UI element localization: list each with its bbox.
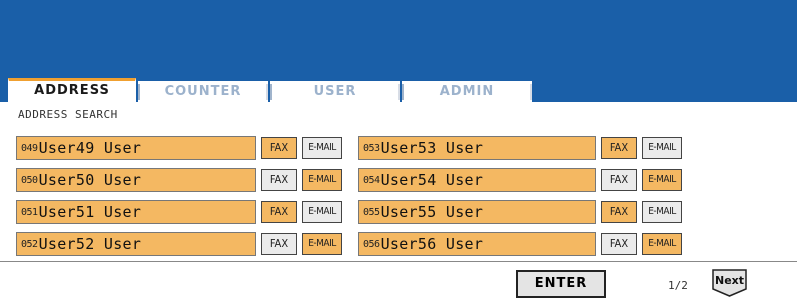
address-entry[interactable]: 056 User56 User: [358, 232, 596, 256]
entry-name: User50 User: [38, 171, 142, 189]
fax-button[interactable]: FAX: [261, 169, 297, 191]
entry-name: User53 User: [380, 139, 484, 157]
tab-user[interactable]: USER: [270, 81, 400, 102]
entry-name: User54 User: [380, 171, 484, 189]
address-entry[interactable]: 049 User49 User: [16, 136, 256, 160]
entry-number: 055: [363, 206, 380, 218]
email-button[interactable]: E-MAIL: [642, 169, 682, 191]
address-entry[interactable]: 052 User52 User: [16, 232, 256, 256]
next-label: Next: [715, 274, 744, 287]
tab-counter[interactable]: COUNTER: [138, 81, 268, 102]
entry-number: 054: [363, 174, 380, 186]
entry-number: 049: [21, 142, 38, 154]
fax-button[interactable]: FAX: [261, 233, 297, 255]
address-entry[interactable]: 053 User53 User: [358, 136, 596, 160]
email-button[interactable]: E-MAIL: [302, 233, 342, 255]
tab-admin[interactable]: ADMIN: [402, 81, 532, 102]
fax-button[interactable]: FAX: [601, 233, 637, 255]
entry-number: 053: [363, 142, 380, 154]
address-search-label: ADDRESS SEARCH: [18, 108, 118, 121]
fax-button[interactable]: FAX: [601, 169, 637, 191]
enter-button[interactable]: ENTER: [516, 270, 606, 298]
fax-button[interactable]: FAX: [261, 137, 297, 159]
next-arrow-icon: Next: [712, 269, 747, 297]
entry-number: 051: [21, 206, 38, 218]
fax-button[interactable]: FAX: [601, 137, 637, 159]
email-button[interactable]: E-MAIL: [642, 233, 682, 255]
header-banner: [0, 0, 797, 76]
entry-name: User55 User: [380, 203, 484, 221]
fax-button[interactable]: FAX: [261, 201, 297, 223]
entry-number: 056: [363, 238, 380, 250]
entry-number: 050: [21, 174, 38, 186]
email-button[interactable]: E-MAIL: [642, 201, 682, 223]
entry-name: User49 User: [38, 139, 142, 157]
tab-address[interactable]: ADDRESS: [8, 78, 136, 104]
next-button[interactable]: Next: [712, 269, 747, 297]
entry-name: User52 User: [38, 235, 142, 253]
entry-number: 052: [21, 238, 38, 250]
entry-name: User56 User: [380, 235, 484, 253]
email-button[interactable]: E-MAIL: [642, 137, 682, 159]
fax-button[interactable]: FAX: [601, 201, 637, 223]
entry-name: User51 User: [38, 203, 142, 221]
email-button[interactable]: E-MAIL: [302, 169, 342, 191]
address-entry[interactable]: 054 User54 User: [358, 168, 596, 192]
address-entry[interactable]: 051 User51 User: [16, 200, 256, 224]
footer-divider: [0, 261, 797, 262]
email-button[interactable]: E-MAIL: [302, 137, 342, 159]
page-indicator: 1/2: [668, 279, 688, 292]
address-entry[interactable]: 055 User55 User: [358, 200, 596, 224]
address-entry[interactable]: 050 User50 User: [16, 168, 256, 192]
tab-bar: ADDRESS COUNTER USER ADMIN: [0, 76, 797, 104]
email-button[interactable]: E-MAIL: [302, 201, 342, 223]
